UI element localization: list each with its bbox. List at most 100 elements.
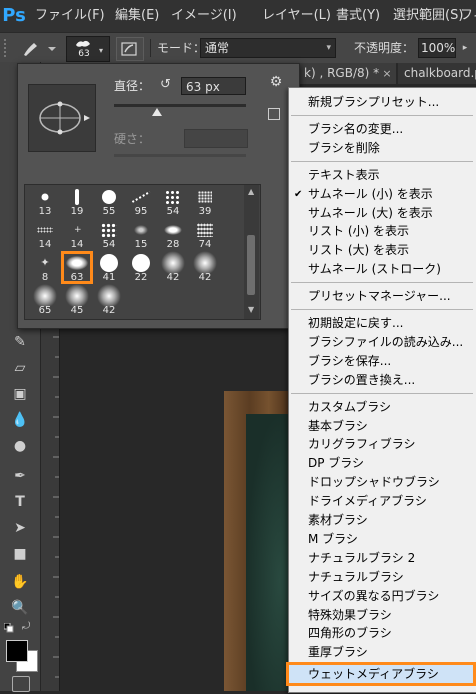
rectangle-shape-icon[interactable]: ■ [8,544,32,564]
new-preset-icon[interactable] [268,108,280,120]
diameter-slider-track[interactable] [114,104,246,107]
reset-size-icon[interactable]: ↺ [160,78,174,92]
menu-item[interactable]: プリセットマネージャー... [289,287,475,306]
menu-item-highlighted[interactable]: ウェットメディアブラシ [286,662,476,687]
opacity-input[interactable]: 100% [418,38,456,58]
menu-item[interactable]: ブラシを保存... [289,352,475,371]
brush-preset[interactable]: 42 [94,284,124,317]
scroll-up-icon[interactable]: ▲ [248,187,254,196]
quick-mask-icon[interactable] [12,676,30,692]
pen-icon[interactable]: ✒ [8,466,32,486]
menu-item[interactable]: M ブラシ [289,530,475,549]
brush-preset[interactable]: 28 [158,220,188,251]
menu-item[interactable]: リスト (小) を表示 [289,222,475,241]
chalkboard-surface [246,414,288,691]
scrollbar-thumb[interactable] [247,235,255,295]
brush-preset[interactable]: 54 [94,220,124,251]
gradient-icon[interactable]: ▣ [8,384,32,404]
menu-item[interactable]: 初期設定に戻す... [289,314,475,333]
menu-item[interactable]: ✔ サムネール (小) を表示 [289,185,475,204]
menu-select[interactable]: 選択範囲(S) [393,0,463,32]
menu-item[interactable]: ドライメディアブラシ [289,492,475,511]
menu-file[interactable]: ファイル(F) [35,0,105,32]
menu-item-label: サイズの異なる円ブラシ [308,588,440,603]
brush-preset-size: 41 [102,272,116,283]
brush-preset[interactable]: 41 [94,253,124,284]
preset-grid-scrollbar[interactable]: ▲ ▼ [244,185,259,319]
brush-preset[interactable]: 95 [126,187,156,218]
brush-angle-preview[interactable] [28,84,96,152]
menu-item[interactable]: カスタムブラシ [289,398,475,417]
menu-item[interactable]: 重厚ブラシ [289,643,475,662]
brush-preset[interactable]: 74 [190,220,220,251]
menu-item[interactable]: サムネール (ストローク) [289,260,475,279]
menu-item[interactable]: 基本ブラシ [289,417,475,436]
history-brush-icon[interactable]: ✎ [8,332,32,352]
menu-image[interactable]: イメージ(I) [171,0,237,32]
menu-item[interactable]: ナチュラルブラシ 2 [289,549,475,568]
menu-item[interactable]: ブラシを削除 [289,139,475,158]
brush-panel-toggle[interactable] [116,37,144,61]
menu-item[interactable]: DP ブラシ [289,454,475,473]
brush-preset[interactable]: 14 [30,220,60,251]
brush-preset[interactable]: 54 [158,187,188,218]
menu-item[interactable]: サムネール (大) を表示 [289,204,475,223]
tab-close-button[interactable]: × [380,63,394,84]
brush-tip-shape [134,225,148,235]
menu-item[interactable]: サイズの異なる円ブラシ [289,587,475,606]
tool-preset-picker[interactable] [18,37,58,59]
brush-preset[interactable]: 65 [30,284,60,317]
diameter-slider-handle[interactable] [152,108,162,116]
menu-item[interactable]: 特殊効果ブラシ [289,606,475,625]
opacity-dropdown[interactable]: ▸ [458,38,472,58]
hand-icon[interactable]: ✋ [8,572,32,592]
menu-item[interactable]: ブラシファイルの読み込み... [289,333,475,352]
blend-mode-select[interactable]: 通常 ▾ [200,38,336,58]
menu-item-label: ブラシファイルの読み込み... [308,334,464,349]
scroll-down-icon[interactable]: ▼ [248,305,254,314]
brush-preset[interactable]: 13 [30,187,60,218]
menu-item[interactable]: ブラシ名の変更... [289,120,475,139]
brush-preset[interactable]: 55 [94,187,124,218]
brush-size-readout: 63 [78,49,90,59]
brush-preset[interactable]: 19 [62,187,92,218]
brush-preset-picker[interactable]: 63 ▾ [66,36,110,62]
foreground-color-swatch[interactable] [6,640,28,662]
zoom-icon[interactable]: 🔍 [8,598,32,618]
blur-icon[interactable]: 💧 [8,410,32,430]
diameter-input[interactable]: 63 px [181,77,246,95]
menu-item[interactable]: 四角形のブラシ [289,624,475,643]
menu-edit[interactable]: 編集(E) [115,0,159,32]
menu-item[interactable]: テキスト表示 [289,166,475,185]
menu-item[interactable]: カリグラフィブラシ [289,435,475,454]
menu-filter[interactable]: フィル [460,0,476,32]
brush-preset[interactable]: 42 [190,251,220,284]
swap-colors-icon[interactable]: ⤾ [22,621,30,632]
brush-preset[interactable]: +14 [62,220,92,251]
menu-item-label: 重厚ブラシ [308,645,368,660]
menu-type[interactable]: 書式(Y) [336,0,380,32]
menu-item[interactable]: ナチュラルブラシ [289,568,475,587]
brush-preset[interactable]: 15 [126,220,156,251]
brush-preset[interactable]: 39 [190,187,220,218]
dodge-icon[interactable]: ● [8,436,32,456]
brush-preset[interactable]: ✦ 8 [30,253,60,284]
brush-tip-shape [164,225,182,235]
tab-document-2[interactable]: chalkboard.p [398,63,476,84]
eraser-icon[interactable]: ▱ [8,358,32,378]
menu-item[interactable]: 素材ブラシ [289,511,475,530]
path-selection-icon[interactable]: ➤ [8,518,32,538]
gear-icon[interactable]: ⚙ [268,74,284,90]
brush-preset[interactable]: 42 [158,251,188,284]
menu-layer[interactable]: レイヤー(L) [262,0,331,32]
menu-item[interactable]: ドロップシャドウブラシ [289,473,475,492]
brush-tip-shape [101,223,117,237]
menu-item[interactable]: ブラシの置き換え... [289,371,475,390]
brush-preset[interactable]: 22 [126,253,156,284]
brush-preset[interactable]: 45 [62,284,92,317]
menu-item-label: ブラシを保存... [308,353,392,368]
menu-item[interactable]: リスト (大) を表示 [289,241,475,260]
menu-item[interactable]: 新規ブラシプリセット... [289,93,475,112]
type-icon[interactable]: T [8,492,32,512]
default-colors-icon[interactable] [3,622,14,633]
